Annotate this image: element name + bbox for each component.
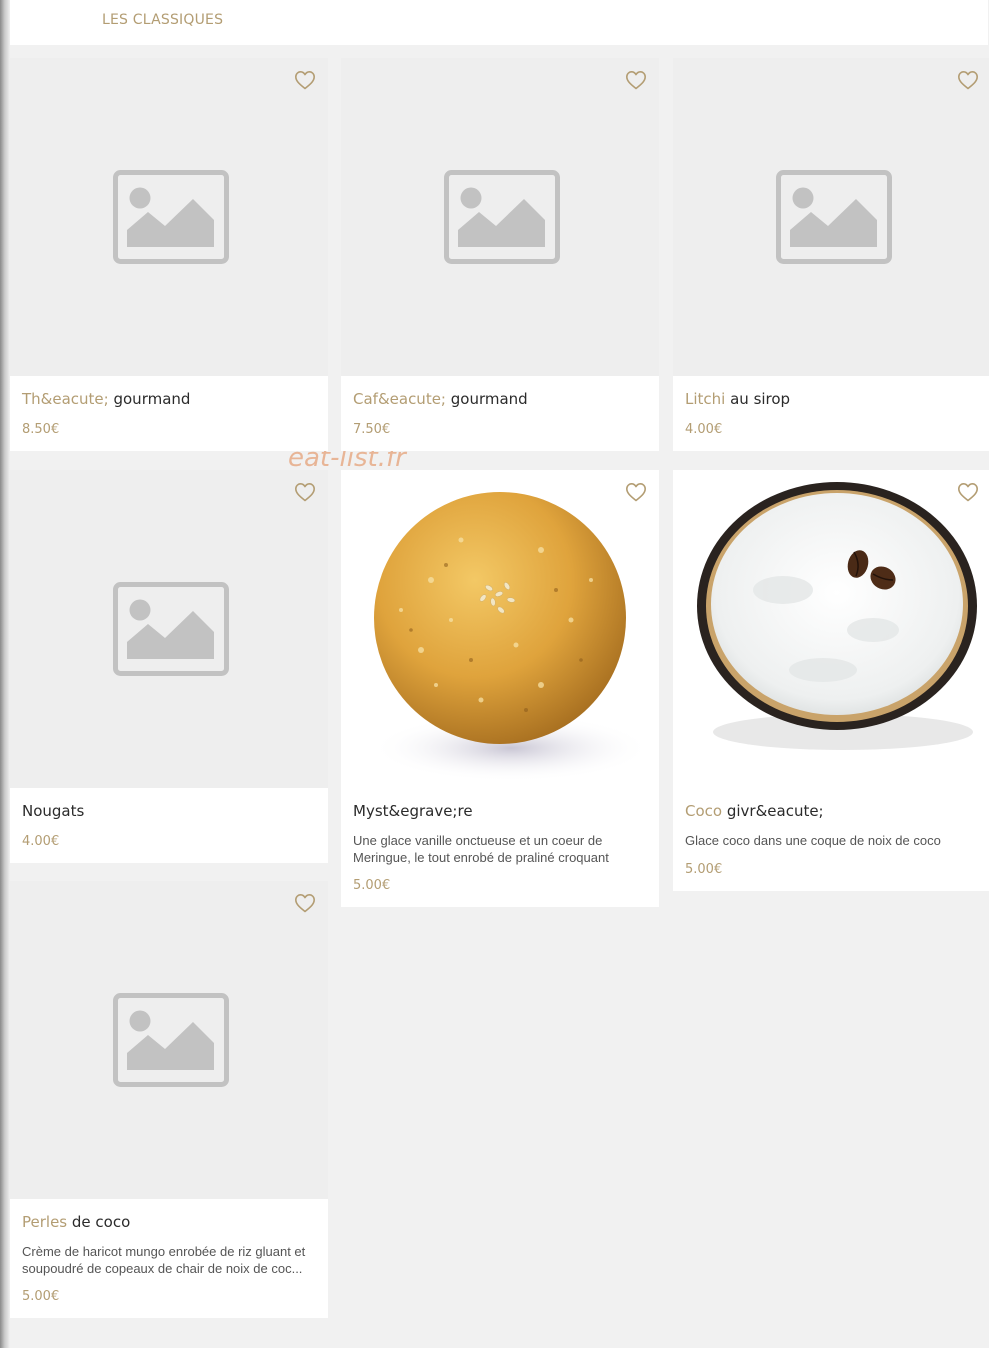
category-bar: LES CLASSIQUES	[10, 0, 988, 45]
product-image	[673, 470, 989, 788]
product-price: 4.00€	[685, 422, 723, 437]
image-placeholder-icon	[113, 993, 229, 1087]
product-card[interactable]: Perles de coco Crème de haricot mungo en…	[10, 881, 328, 1318]
product-image	[10, 58, 328, 376]
product-price: 7.50€	[353, 422, 391, 437]
product-price: 5.00€	[685, 861, 723, 877]
product-image	[10, 470, 328, 788]
product-card[interactable]: Nougats 4.00€	[10, 470, 328, 863]
product-title: Caf&eacute; gourmand	[353, 390, 528, 408]
product-description: Glace coco dans une coque de noix de coc…	[685, 833, 941, 848]
product-card[interactable]: Myst&egrave;re Une glace vanille onctueu…	[341, 470, 659, 907]
product-card[interactable]: Coco givr&eacute; Glace coco dans une co…	[673, 470, 989, 891]
left-edge-shadow	[0, 0, 10, 1348]
praline-ball-photo	[371, 492, 651, 782]
product-price: 5.00€	[22, 1289, 60, 1304]
heart-icon[interactable]	[957, 482, 979, 502]
product-title: Litchi au sirop	[685, 390, 791, 408]
category-tab-les-classiques[interactable]: LES CLASSIQUES	[102, 12, 223, 28]
product-title: Th&eacute; gourmand	[22, 390, 191, 408]
product-title: Nougats	[22, 802, 85, 820]
heart-icon[interactable]	[294, 482, 316, 502]
product-price: 5.00€	[353, 878, 391, 893]
heart-icon[interactable]	[294, 70, 316, 90]
image-placeholder-icon	[444, 170, 560, 264]
heart-icon[interactable]	[625, 70, 647, 90]
product-title: Myst&egrave;re	[353, 802, 473, 820]
product-price: 8.50€	[22, 422, 60, 437]
heart-icon[interactable]	[625, 482, 647, 502]
product-description: Crème de haricot mungo enrobée de riz gl…	[22, 1244, 306, 1276]
product-card[interactable]: Caf&eacute; gourmand 7.50€	[341, 58, 659, 451]
coconut-shell-photo	[697, 482, 977, 750]
product-description: Une glace vanille onctueuse et un coeur …	[353, 833, 609, 865]
product-image	[341, 58, 659, 376]
heart-icon[interactable]	[957, 70, 979, 90]
product-title: Perles de coco	[22, 1213, 131, 1231]
product-price: 4.00€	[22, 834, 60, 849]
product-image	[673, 58, 989, 376]
image-placeholder-icon	[113, 170, 229, 264]
image-placeholder-icon	[776, 170, 892, 264]
product-image	[341, 470, 659, 788]
heart-icon[interactable]	[294, 893, 316, 913]
product-image	[10, 881, 328, 1199]
product-card[interactable]: Th&eacute; gourmand 8.50€	[10, 58, 328, 451]
image-placeholder-icon	[113, 582, 229, 676]
product-title: Coco givr&eacute;	[685, 802, 824, 820]
product-card[interactable]: Litchi au sirop 4.00€	[673, 58, 989, 451]
